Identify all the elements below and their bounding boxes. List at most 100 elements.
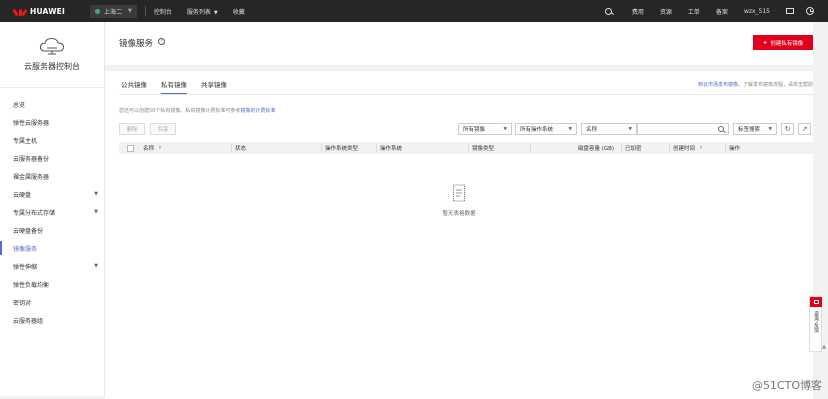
nav-service-list-label: 服务列表 (186, 8, 211, 16)
sidebar-item-dedicated-host[interactable]: 专属主机 (0, 131, 104, 149)
sidebar-item-auto-scaling[interactable]: 弹性伸缩 ▼ (0, 257, 104, 275)
sort-icon[interactable]: ⇕ (699, 146, 703, 151)
sidebar-item-label: 弹性伸缩 (13, 263, 38, 271)
page-title: 镜像服务 (119, 39, 154, 49)
nav-billing[interactable]: 费用 (632, 7, 644, 16)
feedback-float-panel[interactable]: 咨询·反馈 (809, 296, 822, 352)
tabs-divider (119, 94, 813, 95)
mail-icon[interactable] (786, 8, 794, 14)
scroll-up-arrow-icon[interactable]: ▲ (822, 344, 826, 350)
select-all-checkbox[interactable] (127, 142, 134, 154)
chevron-down-icon: ▼ (213, 9, 218, 16)
image-filter-select[interactable]: 所有镜像 ▼ (458, 123, 512, 135)
market-tip-text: 了解发布镜像流程，请单击帮助 (742, 82, 813, 88)
column-divider (321, 144, 322, 152)
nav-filing[interactable]: 备案 (716, 7, 728, 16)
sidebar-item-server-group[interactable]: 云服务器组 (0, 311, 104, 329)
chevron-down-icon: ▼ (94, 191, 98, 197)
sidebar-item-dss[interactable]: 专属分布式存储 ▼ (0, 203, 104, 221)
nav-tickets[interactable]: 工单 (688, 7, 700, 16)
cloud-server-icon (39, 37, 65, 55)
share-button[interactable]: 共享 (150, 123, 176, 135)
column-disk-capacity: 磁盘容量 (GB) (578, 146, 615, 152)
search-field-select[interactable]: 名称 ▼ (581, 123, 637, 135)
tab-shared-images[interactable]: 共享镜像 (201, 79, 227, 94)
clock-icon[interactable] (806, 7, 814, 15)
column-divider (530, 144, 531, 152)
market-tip: 到云市场发布镜像。了解发布镜像流程，请单击帮助 (698, 81, 813, 88)
sidebar-item-label: 云服务器备份 (13, 155, 50, 163)
quota-text: 您还可以创建50个私有镜像。私有镜像计费标准可参考 (119, 108, 241, 114)
delete-button[interactable]: 删除 (119, 123, 145, 135)
image-tabs: 公共镜像 私有镜像 共享镜像 (121, 79, 241, 94)
chevron-down-icon: ▼ (503, 126, 507, 132)
feedback-label: 咨询·反馈 (813, 311, 819, 333)
nav-favorites[interactable]: 收藏 (233, 7, 245, 16)
column-name[interactable]: 名称 ⇕ (143, 142, 162, 154)
nav-resources[interactable]: 资源 (660, 7, 672, 16)
market-link[interactable]: 到云市场发布镜像。 (698, 82, 743, 88)
sidebar-item-label: 密钥对 (13, 299, 32, 307)
help-icon[interactable]: ? (158, 38, 165, 45)
chevron-down-icon: ▼ (628, 126, 632, 132)
empty-state-text: 暂无表格数据 (442, 211, 476, 217)
tab-private-images[interactable]: 私有镜像 (161, 79, 187, 94)
column-image-type: 镜像类型 (472, 146, 495, 152)
table-header: 名称 ⇕ 状态 操作系统类型 操作系统 镜像类型 磁盘容量 (GB) 已加密 创建… (119, 142, 813, 154)
huawei-logo[interactable]: HUAWEI (12, 6, 74, 16)
nav-console[interactable]: 控制台 (154, 7, 172, 16)
sidebar-item-label: 弹性负载均衡 (13, 281, 50, 289)
os-filter-value: 所有操作系统 (520, 127, 554, 133)
sidebar-item-bare-metal[interactable]: 裸金属服务器 (0, 167, 104, 185)
billing-standard-link[interactable]: 镜像的计费标准 (240, 108, 275, 114)
column-divider (468, 144, 469, 152)
column-divider (621, 144, 622, 152)
chevron-down-icon: ▼ (94, 209, 98, 215)
column-divider (376, 144, 377, 152)
sidebar-item-key-pair[interactable]: 密钥对 (0, 293, 104, 311)
nav-service-list[interactable]: 服务列表 ▼ (187, 7, 218, 16)
search-field-value: 名称 (586, 127, 598, 133)
search-icon[interactable] (718, 126, 724, 132)
plus-icon: + (762, 39, 768, 46)
sidebar-item-elb[interactable]: 弹性负载均衡 (0, 275, 104, 293)
huawei-flower-icon (12, 7, 28, 16)
os-filter-select[interactable]: 所有操作系统 ▼ (515, 123, 577, 135)
column-divider (669, 144, 670, 152)
location-pin-icon (95, 8, 100, 14)
search-input[interactable] (637, 123, 729, 135)
sidebar-header: 云服务器控制台 (0, 22, 104, 88)
sidebar-item-image-service[interactable]: 镜像服务 (0, 239, 104, 257)
sort-icon[interactable]: ⇕ (158, 146, 162, 151)
tab-public-images[interactable]: 公共镜像 (121, 79, 147, 94)
sidebar-item-disk-backup[interactable]: 云硬盘备份 (0, 221, 104, 239)
image-filter-value: 所有镜像 (463, 127, 486, 133)
tag-search-label: 标签搜索 (738, 127, 761, 133)
create-private-image-button[interactable]: + 创建私有镜像 (753, 35, 813, 50)
tag-search-select[interactable]: 标签搜索 ▼ (733, 123, 777, 135)
export-icon[interactable]: ↗ (798, 123, 811, 135)
refresh-icon[interactable]: ↻ (781, 123, 794, 135)
sidebar-item-server-backup[interactable]: 云服务器备份 (0, 149, 104, 167)
sidebar-item-label: 专属分布式存储 (13, 209, 56, 217)
column-created-time[interactable]: 创建时间 ⇕ (673, 142, 703, 154)
region-selector[interactable]: 上海二 ▼ (90, 4, 137, 18)
sidebar-item-ecs[interactable]: 弹性云服务器 (0, 113, 104, 131)
column-os: 操作系统 (380, 146, 403, 152)
brand-name: HUAWEI (30, 6, 65, 16)
sidebar-item-evs[interactable]: 云硬盘 ▼ (0, 185, 104, 203)
column-status: 状态 (235, 146, 247, 152)
chat-icon (810, 297, 822, 307)
checkbox[interactable] (127, 144, 134, 152)
column-encrypted: 已加密 (625, 146, 642, 152)
chevron-down-icon: ▼ (768, 126, 772, 132)
sidebar-item-label: 云硬盘 (13, 191, 32, 199)
search-icon[interactable] (604, 7, 612, 15)
user-account[interactable]: wzx_515 (744, 8, 770, 15)
sidebar-item-overview[interactable]: 总览 (0, 95, 104, 113)
create-button-label: 创建私有镜像 (770, 40, 804, 47)
sidebar-title: 云服务器控制台 (24, 62, 80, 71)
column-divider (725, 144, 726, 152)
column-created-time-label: 创建时间 (673, 146, 696, 152)
column-name-label: 名称 (143, 146, 155, 152)
